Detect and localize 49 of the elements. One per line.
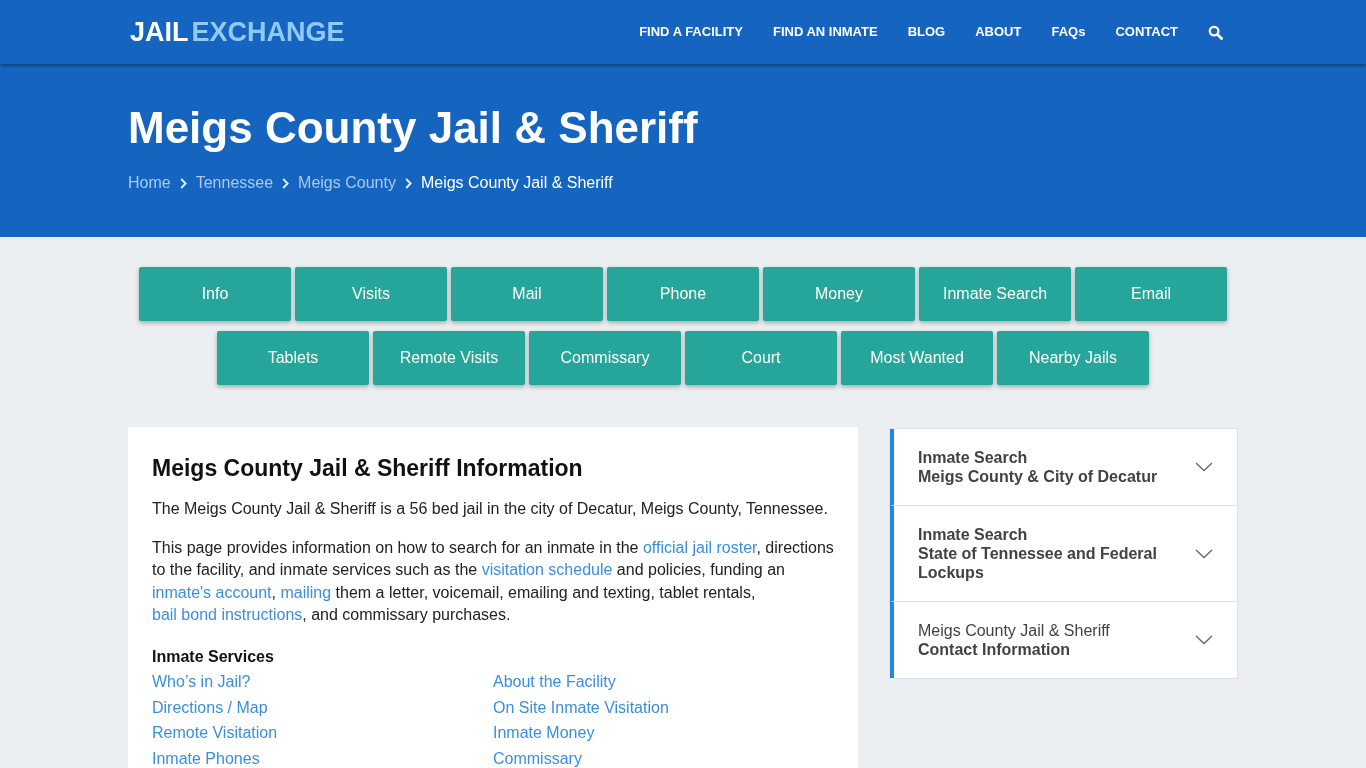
nav-link[interactable]: FAQs — [1051, 22, 1086, 42]
page-title: Meigs County Jail & Sheriff — [128, 102, 699, 154]
accordion-item[interactable]: Inmate Search State of Tennessee and Federal Lockups — [890, 505, 1237, 601]
accordion-item[interactable]: Meigs County Jail & Sheriff Contact Information — [890, 601, 1237, 678]
section-button[interactable]: Money — [763, 267, 915, 321]
nav-link[interactable]: ABOUT — [975, 22, 1022, 42]
chevron-right-icon — [282, 177, 290, 189]
section-button[interactable]: Email — [1075, 267, 1227, 321]
paragraph: The Meigs County Jail & Sheriff is a 56 bed jail in the city of Decatur, Meigs County, Tennessee. — [152, 499, 829, 519]
section-button[interactable]: Most Wanted — [841, 331, 993, 385]
text-link[interactable]: bail bond instructions — [152, 606, 303, 623]
service-link[interactable]: Directions / Map — [152, 695, 268, 720]
paragraph: This page provides information on how to search for an inmate in the official jail roster, directions to the facility, and inmate services such as the visitation schedule and policies, funding an inmate's account, mailing them a letter, voicemail, emailing and texting, tablet rentals, bail bond instructions, and commissary purchases. — [152, 537, 834, 625]
breadcrumb-link[interactable]: Home — [128, 173, 171, 193]
chevron-right-icon — [404, 177, 412, 189]
text-link[interactable]: visitation schedule — [481, 561, 613, 578]
service-link[interactable]: About the Facility — [493, 670, 616, 695]
nav-link[interactable]: FIND AN INMATE — [772, 22, 878, 42]
section-button[interactable]: Nearby Jails — [997, 331, 1149, 385]
services-heading: Inmate Services — [152, 646, 275, 667]
section-button[interactable]: Phone — [607, 267, 759, 321]
accordion-item[interactable]: Inmate Search Meigs County & City of Decatur — [890, 429, 1237, 505]
service-link[interactable]: Commissary — [493, 747, 582, 768]
section-button[interactable]: Commissary — [529, 331, 681, 385]
section-button[interactable]: Mail — [451, 267, 603, 321]
section-button[interactable]: Inmate Search — [919, 267, 1071, 321]
site-logo[interactable]: JAILEXCHANGE — [130, 18, 345, 46]
section-button[interactable]: Remote Visits — [373, 331, 525, 385]
service-link[interactable]: On Site Inmate Visitation — [493, 695, 669, 720]
chevron-right-icon — [179, 177, 187, 189]
service-link[interactable]: Remote Visitation — [152, 721, 278, 746]
breadcrumb-link[interactable]: Tennessee — [195, 173, 274, 193]
nav-link[interactable]: BLOG — [907, 22, 946, 42]
service-link[interactable]: Who’s in Jail? — [152, 670, 251, 695]
section-button[interactable]: Court — [685, 331, 837, 385]
service-link[interactable]: Inmate Phones — [152, 747, 260, 768]
search-icon[interactable] — [1208, 24, 1223, 40]
section-button[interactable]: Info — [139, 267, 291, 321]
section-button[interactable]: Tablets — [217, 331, 369, 385]
text-link[interactable]: inmate's account — [152, 583, 272, 601]
text-link[interactable]: mailing — [280, 583, 332, 601]
nav-link[interactable]: CONTACT — [1115, 22, 1178, 42]
service-link[interactable]: Inmate Money — [493, 721, 595, 746]
nav-link[interactable]: FIND A FACILITY — [639, 22, 743, 42]
breadcrumb-link[interactable]: Meigs County — [298, 173, 396, 193]
card-heading: Meigs County Jail & Sheriff Information — [152, 454, 584, 483]
section-button[interactable]: Visits — [295, 267, 447, 321]
breadcrumb-current: Meigs County Jail & Sheriff — [420, 173, 613, 193]
text-link[interactable]: official jail roster — [642, 538, 757, 556]
